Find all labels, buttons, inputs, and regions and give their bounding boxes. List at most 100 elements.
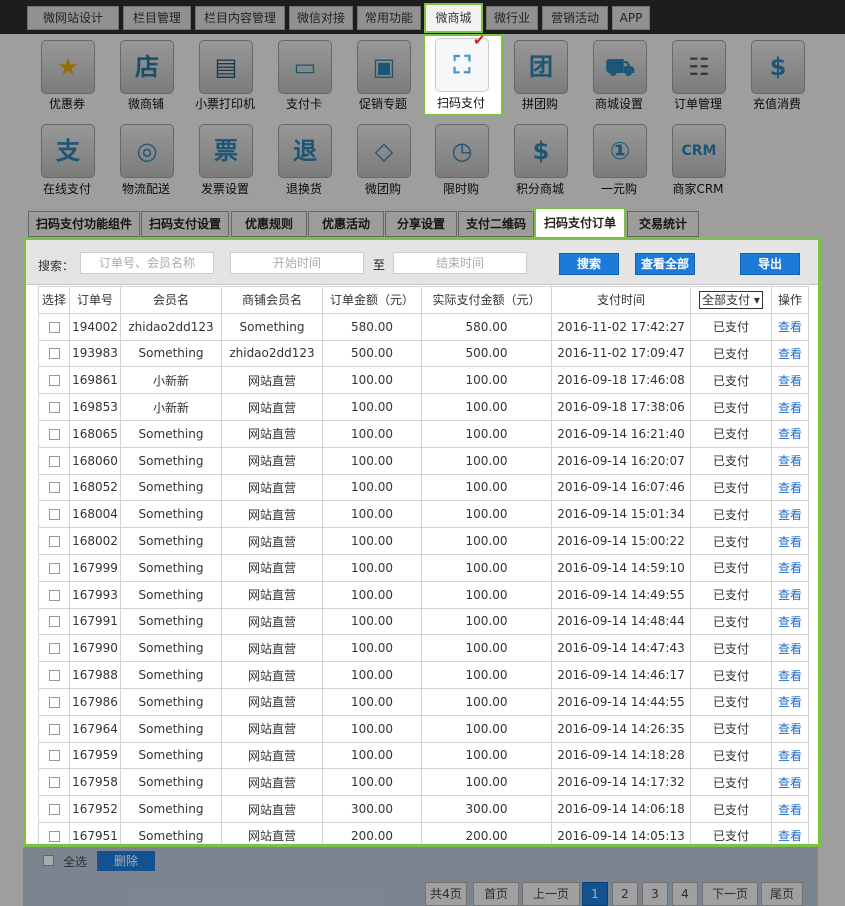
card-icon[interactable]: ▭ xyxy=(278,40,332,94)
invoice-icon[interactable]: 票 xyxy=(199,124,253,178)
end-time-input[interactable]: 结束时间 xyxy=(393,252,527,274)
member-cell: Something xyxy=(120,634,222,663)
row-checkbox[interactable] xyxy=(48,562,60,574)
view-order-link[interactable]: 查看 xyxy=(778,776,802,790)
wheel-icon[interactable]: ◎ xyxy=(120,124,174,178)
row-checkbox[interactable] xyxy=(48,536,60,548)
nav-tab-column-manage[interactable]: 栏目管理 xyxy=(123,6,191,30)
view-order-link[interactable]: 查看 xyxy=(778,401,802,415)
page-4-button[interactable]: 4 xyxy=(672,882,698,906)
view-order-link[interactable]: 查看 xyxy=(778,374,802,388)
row-checkbox[interactable] xyxy=(48,696,60,708)
nav-tab-industry[interactable]: 微行业 xyxy=(486,6,538,30)
row-checkbox[interactable] xyxy=(48,428,60,440)
pay-status-cell: 已支付 xyxy=(690,714,772,743)
view-order-link[interactable]: 查看 xyxy=(778,320,802,334)
row-checkbox[interactable] xyxy=(48,375,60,387)
view-order-link[interactable]: 查看 xyxy=(778,722,802,736)
return-icon[interactable]: 退 xyxy=(278,124,332,178)
select-all-checkbox[interactable] xyxy=(43,855,54,866)
pay-status-filter-select[interactable]: 全部支付 ▾ xyxy=(699,290,763,309)
view-order-link[interactable]: 查看 xyxy=(778,508,802,522)
view-order-link[interactable]: 查看 xyxy=(778,454,802,468)
view-order-link[interactable]: 查看 xyxy=(778,588,802,602)
delete-button[interactable]: 删除 xyxy=(97,851,155,871)
coupon-icon[interactable]: ★ xyxy=(41,40,95,94)
row-checkbox[interactable] xyxy=(48,616,60,628)
tab-share-settings[interactable]: 分享设置 xyxy=(385,211,457,237)
view-order-link[interactable]: 查看 xyxy=(778,829,802,843)
cart-icon[interactable]: ⛟ xyxy=(593,40,647,94)
clock-icon[interactable]: ◷ xyxy=(435,124,489,178)
nav-tab-site-design[interactable]: 微网站设计 xyxy=(27,6,119,30)
keyword-search-input[interactable]: 订单号、会员名称 xyxy=(80,252,214,274)
view-order-link[interactable]: 查看 xyxy=(778,615,802,629)
view-order-link[interactable]: 查看 xyxy=(778,695,802,709)
row-checkbox[interactable] xyxy=(48,643,60,655)
order-icon[interactable]: ☷ xyxy=(672,40,726,94)
printer-icon[interactable]: ▤ xyxy=(199,40,253,94)
last-page-button[interactable]: 尾页 xyxy=(761,882,803,906)
view-order-link[interactable]: 查看 xyxy=(778,642,802,656)
export-button[interactable]: 导出 xyxy=(740,253,800,275)
member-cell: 小新新 xyxy=(120,393,222,421)
row-checkbox[interactable] xyxy=(48,482,60,494)
crm-icon[interactable]: CRM xyxy=(672,124,726,178)
search-button[interactable]: 搜索 xyxy=(559,253,619,275)
row-checkbox[interactable] xyxy=(48,348,60,360)
next-page-button[interactable]: 下一页 xyxy=(702,882,758,906)
page-1-button[interactable]: 1 xyxy=(582,882,608,906)
nav-tab-app[interactable]: APP xyxy=(612,6,650,30)
tab-discount-activity[interactable]: 优惠活动 xyxy=(308,211,384,237)
points-icon[interactable]: $ xyxy=(514,124,568,178)
nav-tab-wei-mall[interactable]: 微商城 xyxy=(424,3,483,33)
page-3-button[interactable]: 3 xyxy=(642,882,668,906)
view-order-link[interactable]: 查看 xyxy=(778,561,802,575)
row-checkbox[interactable] xyxy=(48,455,60,467)
row-select-cell xyxy=(38,661,70,689)
view-order-link[interactable]: 查看 xyxy=(778,535,802,549)
icon-label-logistics: 物流配送 xyxy=(121,182,170,196)
row-checkbox[interactable] xyxy=(48,321,60,333)
view-order-link[interactable]: 查看 xyxy=(778,427,802,441)
nav-tab-marketing[interactable]: 营销活动 xyxy=(542,6,608,30)
view-order-link[interactable]: 查看 xyxy=(778,481,802,495)
tab-scan-orders[interactable]: 扫码支付订单 xyxy=(534,207,626,239)
table-row: 194002 zhidao2dd123 Something 580.00 580.00 2… xyxy=(38,312,809,341)
tab-trade-stats[interactable]: 交易统计 xyxy=(627,211,699,237)
one-yuan-icon[interactable]: ① xyxy=(593,124,647,178)
row-checkbox[interactable] xyxy=(48,723,60,735)
row-checkbox[interactable] xyxy=(48,402,60,414)
nav-tab-column-content[interactable]: 栏目内容管理 xyxy=(195,6,285,30)
row-checkbox[interactable] xyxy=(48,750,60,762)
row-checkbox[interactable] xyxy=(48,509,60,521)
group-buy-icon[interactable]: 团 xyxy=(514,40,568,94)
nav-tab-common[interactable]: 常用功能 xyxy=(357,6,421,30)
view-order-link[interactable]: 查看 xyxy=(778,347,802,361)
pay-icon[interactable]: 支 xyxy=(41,124,95,178)
order-amount-cell: 580.00 xyxy=(322,312,422,341)
tab-discount-rules[interactable]: 优惠规则 xyxy=(231,211,307,237)
prev-page-button[interactable]: 上一页 xyxy=(522,882,580,906)
row-checkbox[interactable] xyxy=(48,830,60,842)
shop-icon[interactable]: 店 xyxy=(120,40,174,94)
top-nav: 微网站设计 栏目管理 栏目内容管理 微信对接 常用功能 微商城 微行业 营销活动… xyxy=(0,0,845,34)
row-checkbox[interactable] xyxy=(48,589,60,601)
view-order-link[interactable]: 查看 xyxy=(778,803,802,817)
start-time-input[interactable]: 开始时间 xyxy=(230,252,364,274)
tab-pay-qrcode[interactable]: 支付二维码 xyxy=(458,211,534,237)
row-checkbox[interactable] xyxy=(48,777,60,789)
tab-scan-components[interactable]: 扫码支付功能组件 xyxy=(28,211,140,237)
row-checkbox[interactable] xyxy=(48,670,60,682)
view-order-link[interactable]: 查看 xyxy=(778,749,802,763)
view-order-link[interactable]: 查看 xyxy=(778,669,802,683)
view-all-button[interactable]: 查看全部 xyxy=(635,253,695,275)
tag-icon[interactable]: ◇ xyxy=(357,124,411,178)
tab-scan-settings[interactable]: 扫码支付设置 xyxy=(141,211,229,237)
row-checkbox[interactable] xyxy=(48,804,60,816)
page-2-button[interactable]: 2 xyxy=(612,882,638,906)
nav-tab-wechat[interactable]: 微信对接 xyxy=(289,6,353,30)
money-bag-icon[interactable]: $ xyxy=(751,40,805,94)
promo-icon[interactable]: ▣ xyxy=(357,40,411,94)
first-page-button[interactable]: 首页 xyxy=(473,882,519,906)
